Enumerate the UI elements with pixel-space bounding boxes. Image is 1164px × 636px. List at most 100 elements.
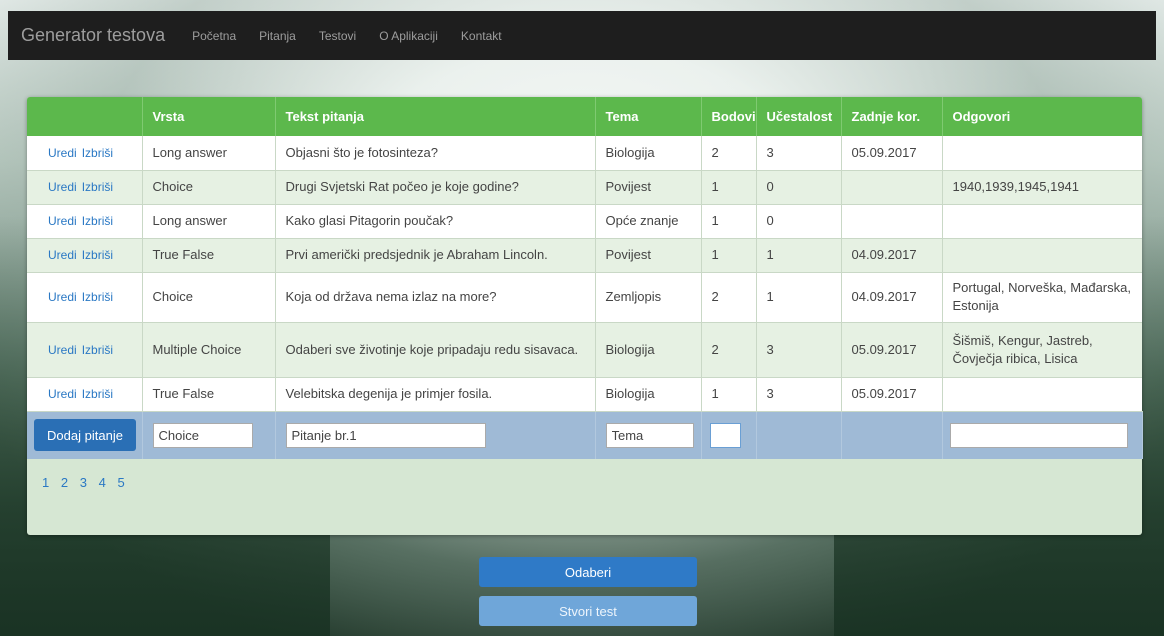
vrsta-input[interactable] — [152, 422, 253, 448]
edit-link[interactable]: Uredi — [48, 146, 77, 160]
odgovori-input-cell — [942, 411, 1143, 459]
delete-link[interactable]: Izbriši — [82, 214, 113, 228]
delete-link[interactable]: Izbriši — [82, 248, 113, 262]
cell-tekst: Koja od država nema izlaz na more? — [275, 272, 596, 323]
edit-link[interactable]: Uredi — [48, 343, 77, 357]
header-ucestalost[interactable]: Učestalost — [756, 97, 842, 136]
delete-link[interactable]: Izbriši — [82, 387, 113, 401]
cell-tema: Biologija — [595, 136, 702, 171]
cell-vrsta: Choice — [142, 170, 276, 205]
cell-tekst: Objasni što je fotosinteza? — [275, 136, 596, 171]
table-header-row: Vrsta Tekst pitanja Tema Bodovi Učestalo… — [27, 97, 1142, 136]
cell-tekst: Drugi Svjetski Rat počeo je koje godine? — [275, 170, 596, 205]
bodovi-input[interactable] — [709, 422, 741, 448]
add-button-cell: Dodaj pitanje — [27, 411, 143, 459]
page-link-5[interactable]: 5 — [117, 475, 124, 490]
pagination: 1 2 3 4 5 — [27, 459, 1142, 490]
cell-bodovi: 1 — [701, 377, 757, 412]
select-button[interactable]: Odaberi — [479, 557, 697, 587]
edit-link[interactable]: Uredi — [48, 214, 77, 228]
table-row: Uredi Izbriši Choice Koja od država nema … — [27, 272, 1142, 323]
cell-vrsta: Multiple Choice — [142, 322, 276, 378]
nav-link-pitanja[interactable]: Pitanja — [259, 29, 296, 43]
header-tema[interactable]: Tema — [595, 97, 702, 136]
questions-panel: Vrsta Tekst pitanja Tema Bodovi Učestalo… — [27, 97, 1143, 535]
create-test-button[interactable]: Stvori test — [479, 596, 697, 626]
table-row: Uredi Izbriši Long answer Objasni što je … — [27, 136, 1142, 171]
vrsta-input-cell — [142, 411, 276, 459]
cell-ucestalost: 0 — [756, 204, 842, 239]
cell-ucestalost: 0 — [756, 170, 842, 205]
answers-input[interactable] — [949, 422, 1128, 448]
header-actions — [27, 97, 143, 136]
table-row: Uredi Izbriši True False Velebitska degen… — [27, 377, 1142, 412]
page-link-3[interactable]: 3 — [80, 475, 87, 490]
table-row: Uredi Izbriši Long answer Kako glasi Pita… — [27, 204, 1142, 239]
add-question-button[interactable]: Dodaj pitanje — [34, 419, 136, 452]
cell-odgovori — [942, 238, 1142, 273]
cell-bodovi: 1 — [701, 170, 757, 205]
cell-tema: Biologija — [595, 322, 702, 378]
cell-tema: Povijest — [595, 238, 702, 273]
edit-link[interactable]: Uredi — [48, 387, 77, 401]
cell-zadnje: 05.09.2017 — [841, 136, 943, 171]
row-actions: Uredi Izbriši — [27, 272, 143, 323]
cell-zadnje: 04.09.2017 — [841, 272, 943, 323]
cell-ucestalost: 3 — [756, 377, 842, 412]
header-zadnje-kor[interactable]: Zadnje kor. — [841, 97, 943, 136]
cell-zadnje — [841, 204, 943, 239]
cell-odgovori: Šišmiš, Kengur, Jastreb, Čovječja ribica… — [942, 322, 1142, 378]
cell-vrsta: Long answer — [142, 204, 276, 239]
tema-input[interactable] — [605, 422, 694, 448]
page-link-1[interactable]: 1 — [42, 475, 49, 490]
cell-zadnje — [841, 170, 943, 205]
cell-ucestalost: 3 — [756, 322, 842, 378]
empty-cell — [756, 411, 842, 459]
row-actions: Uredi Izbriši — [27, 136, 143, 171]
cell-tekst: Kako glasi Pitagorin poučak? — [275, 204, 596, 239]
cell-vrsta: Choice — [142, 272, 276, 323]
row-actions: Uredi Izbriši — [27, 238, 143, 273]
cell-tekst: Prvi američki predsjednik je Abraham Lin… — [275, 238, 596, 273]
cell-bodovi: 2 — [701, 322, 757, 378]
tema-input-cell — [595, 411, 702, 459]
nav-link-kontakt[interactable]: Kontakt — [461, 29, 502, 43]
page-link-4[interactable]: 4 — [99, 475, 106, 490]
delete-link[interactable]: Izbriši — [82, 146, 113, 160]
cell-odgovori: Portugal, Norveška, Mađarska, Estonija — [942, 272, 1142, 323]
cell-zadnje: 05.09.2017 — [841, 322, 943, 378]
header-bodovi[interactable]: Bodovi — [701, 97, 757, 136]
header-odgovori[interactable]: Odgovori — [942, 97, 1142, 136]
questions-table: Vrsta Tekst pitanja Tema Bodovi Učestalo… — [27, 97, 1143, 459]
cell-vrsta: Long answer — [142, 136, 276, 171]
delete-link[interactable]: Izbriši — [82, 290, 113, 304]
cell-tema: Zemljopis — [595, 272, 702, 323]
cell-zadnje: 05.09.2017 — [841, 377, 943, 412]
cell-odgovori — [942, 136, 1142, 171]
cell-vrsta: True False — [142, 238, 276, 273]
cell-ucestalost: 1 — [756, 238, 842, 273]
cell-ucestalost: 3 — [756, 136, 842, 171]
cell-zadnje: 04.09.2017 — [841, 238, 943, 273]
edit-link[interactable]: Uredi — [48, 248, 77, 262]
nav-link-o-aplikaciji[interactable]: O Aplikaciji — [379, 29, 438, 43]
header-vrsta[interactable]: Vrsta — [142, 97, 276, 136]
delete-link[interactable]: Izbriši — [82, 343, 113, 357]
delete-link[interactable]: Izbriši — [82, 180, 113, 194]
cell-tema: Opće znanje — [595, 204, 702, 239]
brand-title[interactable]: Generator testova — [21, 25, 165, 46]
cell-tekst: Velebitska degenija je primjer fosila. — [275, 377, 596, 412]
page-link-2[interactable]: 2 — [61, 475, 68, 490]
header-tekst-pitanja[interactable]: Tekst pitanja — [275, 97, 596, 136]
cell-bodovi: 2 — [701, 136, 757, 171]
edit-link[interactable]: Uredi — [48, 290, 77, 304]
tekst-input-cell — [275, 411, 596, 459]
cell-tekst: Odaberi sve životinje koje pripadaju red… — [275, 322, 596, 378]
edit-link[interactable]: Uredi — [48, 180, 77, 194]
question-text-input[interactable] — [285, 422, 486, 448]
nav-link-pocetna[interactable]: Početna — [192, 29, 236, 43]
cell-ucestalost: 1 — [756, 272, 842, 323]
row-actions: Uredi Izbriši — [27, 170, 143, 205]
cell-bodovi: 1 — [701, 238, 757, 273]
nav-link-testovi[interactable]: Testovi — [319, 29, 356, 43]
